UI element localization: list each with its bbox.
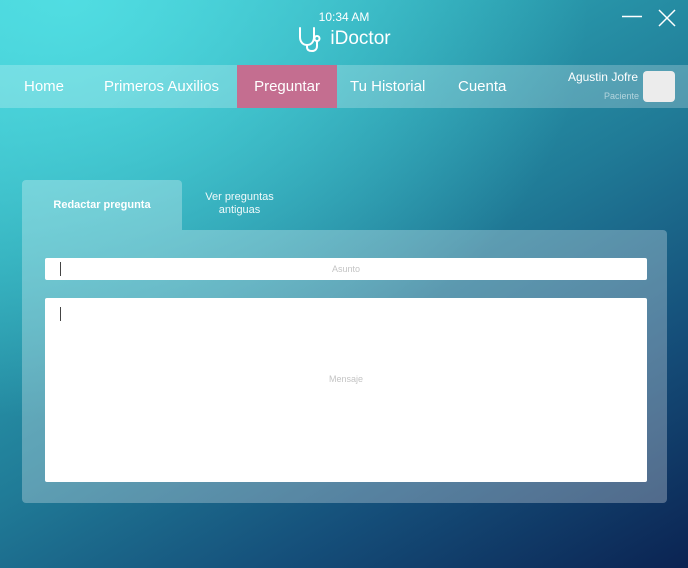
nav-item-tu-historial[interactable]: Tu Historial: [350, 65, 425, 108]
subject-field[interactable]: Asunto: [45, 258, 647, 280]
message-placeholder: Mensaje: [328, 374, 364, 384]
app-name: iDoctor: [330, 27, 391, 49]
tab-redactar-pregunta[interactable]: Redactar pregunta: [22, 180, 182, 230]
minimize-button[interactable]: [621, 6, 643, 28]
tab-ver-preguntas-antiguas-label: Ver preguntas antiguas: [205, 191, 274, 216]
minimize-icon: [622, 15, 642, 18]
close-icon: [658, 9, 676, 27]
nav-item-preguntar[interactable]: Preguntar: [237, 65, 337, 108]
title-bar: 10:34 AM iDoctor: [0, 0, 688, 65]
subject-placeholder: Asunto: [331, 264, 361, 274]
clock: 10:34 AM: [318, 10, 370, 24]
nav-item-cuenta[interactable]: Cuenta: [458, 65, 506, 108]
user-name: Agustin Jofre: [567, 70, 638, 84]
nav-item-home[interactable]: Home: [24, 65, 64, 108]
close-button[interactable]: [656, 6, 678, 28]
app-brand: iDoctor: [0, 25, 688, 52]
compose-panel: Asunto Mensaje: [22, 230, 667, 503]
stethoscope-icon: [299, 27, 321, 52]
nav-item-primeros-auxilios[interactable]: Primeros Auxilios: [104, 65, 219, 108]
main-nav: Home Primeros Auxilios Preguntar Tu Hist…: [0, 65, 688, 108]
user-role: Paciente: [603, 91, 639, 101]
text-caret: [60, 307, 61, 321]
message-field[interactable]: Mensaje: [45, 298, 647, 482]
tab-ver-preguntas-antiguas[interactable]: Ver preguntas antiguas: [182, 180, 297, 228]
avatar[interactable]: [643, 71, 675, 102]
